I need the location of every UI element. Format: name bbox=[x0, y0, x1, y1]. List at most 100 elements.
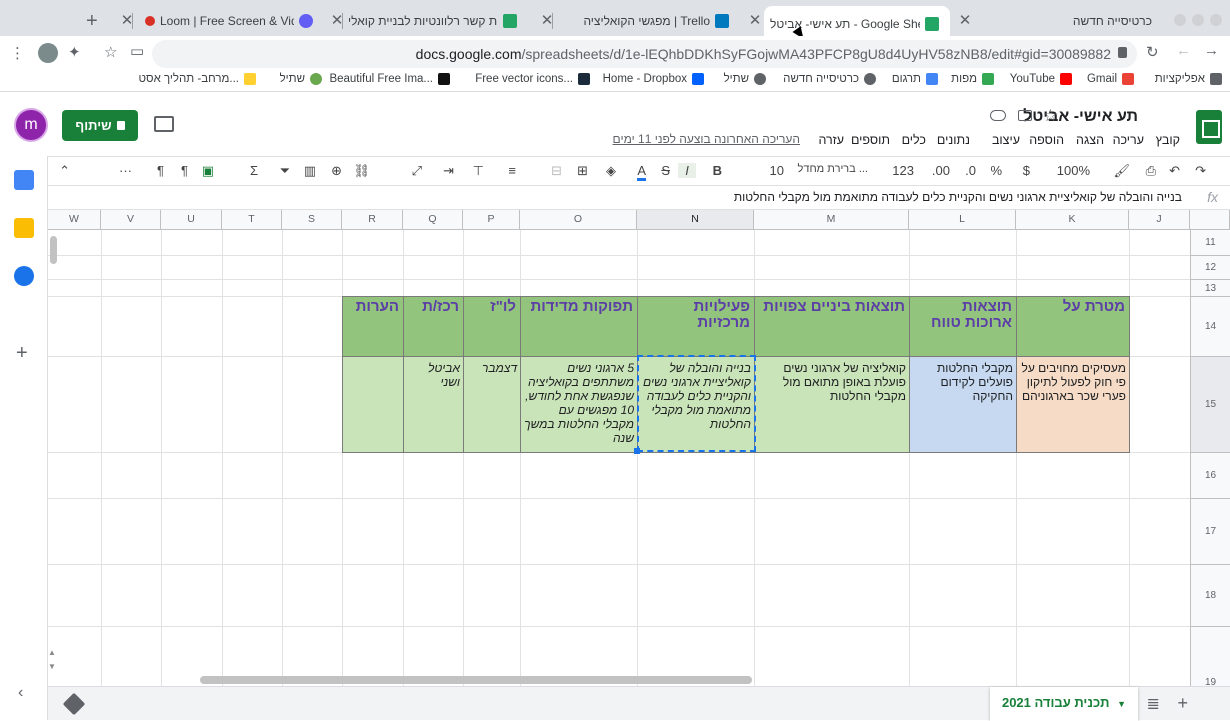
bold-button[interactable]: B bbox=[713, 163, 722, 178]
menu-data[interactable]: נתונים bbox=[937, 133, 970, 147]
print-icon[interactable]: ⎙ bbox=[1146, 163, 1156, 179]
column-header-w[interactable]: W bbox=[48, 210, 101, 230]
redo-icon[interactable]: ↷ bbox=[1195, 163, 1206, 179]
bookmark-youtube[interactable]: YouTube bbox=[1010, 73, 1072, 85]
bookmark-gmail[interactable]: Gmail bbox=[1087, 73, 1134, 85]
spreadsheet-grid[interactable]: W V U T S R Q P O N M L K J 11 12 13 14 … bbox=[48, 210, 1230, 686]
horizontal-scrollbar[interactable] bbox=[200, 676, 752, 684]
column-header-l[interactable]: L bbox=[909, 210, 1016, 230]
address-bar[interactable]: docs.google.com/spreadsheets/d/1e-lEQhbD… bbox=[152, 40, 1137, 68]
column-header-s[interactable]: S bbox=[282, 210, 342, 230]
comment-icon[interactable]: ⊕ bbox=[331, 163, 342, 179]
menu-kebab-icon[interactable]: ⋮ bbox=[10, 44, 25, 62]
corner-select-all[interactable] bbox=[1190, 210, 1230, 230]
tab-close-icon[interactable]: ✕ bbox=[746, 12, 764, 30]
share-button[interactable]: שיתוף bbox=[62, 110, 138, 141]
row-header-11[interactable]: 11 bbox=[1190, 230, 1230, 256]
row-header-15[interactable]: 15 bbox=[1190, 357, 1230, 453]
tab-close-icon[interactable]: ✕ bbox=[538, 12, 556, 30]
column-header-u[interactable]: U bbox=[161, 210, 222, 230]
font-size-select[interactable]: 10 bbox=[770, 163, 784, 178]
explore-icon[interactable] bbox=[62, 692, 86, 716]
bookmark-maps[interactable]: מפות bbox=[951, 73, 994, 85]
tasks-icon[interactable] bbox=[14, 266, 34, 286]
text-color-button[interactable]: A bbox=[637, 163, 646, 181]
bookmark-unsplash[interactable]: Beautiful Free Ima... bbox=[329, 73, 450, 85]
cell-intermediate[interactable]: קואליציה של ארגוני נשים פועלת באופן מתוא… bbox=[754, 356, 910, 453]
chart-icon[interactable]: ▥ bbox=[304, 163, 316, 179]
cell-header-intermediate[interactable]: תוצאות ביניים צפויות bbox=[754, 296, 910, 357]
column-header-k[interactable]: K bbox=[1016, 210, 1129, 230]
cell-header-goal[interactable]: מטרת על bbox=[1016, 296, 1130, 357]
menu-file[interactable]: קובץ bbox=[1156, 133, 1180, 147]
undo-icon[interactable]: ↶ bbox=[1169, 163, 1180, 179]
italic-button[interactable]: I bbox=[678, 163, 696, 178]
all-sheets-icon[interactable]: ≣ bbox=[1147, 694, 1160, 714]
account-avatar[interactable]: m bbox=[14, 108, 48, 142]
row-header-18[interactable]: 18 bbox=[1190, 565, 1230, 627]
new-tab-button[interactable]: + bbox=[86, 10, 98, 33]
cell-coordinator[interactable]: אביטל ושני bbox=[403, 356, 464, 453]
last-edit-link[interactable]: העריכה האחרונה בוצעה לפני 11 ימים bbox=[613, 132, 800, 146]
ltr-direction-icon[interactable]: ¶ bbox=[157, 163, 164, 178]
scroll-up-arrow[interactable]: ▲ bbox=[48, 648, 56, 657]
row-header-17[interactable]: 17 bbox=[1190, 499, 1230, 565]
cell-header-longterm[interactable]: תוצאות ארוכות טווח bbox=[909, 296, 1017, 357]
bookmark-newtab[interactable]: כרטיסייה חדשה bbox=[783, 73, 876, 85]
row-header-16[interactable]: 16 bbox=[1190, 453, 1230, 499]
filter-icon[interactable]: ⏷ bbox=[280, 163, 290, 179]
cell-notes[interactable] bbox=[342, 356, 404, 453]
font-select[interactable]: ברירת מחדל ... bbox=[798, 163, 868, 175]
vertical-align-icon[interactable]: ⊤ bbox=[473, 163, 484, 179]
column-header-r[interactable]: R bbox=[342, 210, 403, 230]
formula-content[interactable]: בנייה והובלה של קואליציית ארגוני נשים וה… bbox=[734, 190, 1182, 204]
reload-icon[interactable]: ↻ bbox=[1146, 43, 1159, 61]
sheets-logo-icon[interactable] bbox=[1196, 110, 1222, 144]
tab-close-icon[interactable]: ✕ bbox=[956, 12, 974, 30]
cell-header-coordinator[interactable]: רכז/ת bbox=[403, 296, 464, 357]
forward-icon[interactable]: ← bbox=[1176, 42, 1191, 59]
column-header-q[interactable]: Q bbox=[403, 210, 463, 230]
url-text[interactable]: docs.google.com/spreadsheets/d/1e-lEQhbD… bbox=[416, 46, 1111, 62]
percent-format-button[interactable]: % bbox=[990, 163, 1002, 178]
bookmark-dropbox[interactable]: Home - Dropbox bbox=[603, 73, 704, 85]
collapse-toolbar-icon[interactable]: ⌃ bbox=[59, 163, 70, 179]
rtl-direction-icon[interactable]: ¶ bbox=[181, 163, 188, 178]
bookmark-miro[interactable]: מרחב- תהליך אסט... bbox=[139, 73, 256, 85]
column-header-m[interactable]: M bbox=[754, 210, 909, 230]
browser-tab-loom[interactable]: Loom | Free Screen & Video bbox=[138, 6, 322, 36]
menu-tools[interactable]: כלים bbox=[902, 133, 926, 147]
cell-header-outputs[interactable]: תפוקות מדידות bbox=[520, 296, 638, 357]
menu-edit[interactable]: עריכה bbox=[1113, 133, 1144, 147]
profile-avatar[interactable] bbox=[38, 43, 58, 63]
decrease-decimal-button[interactable]: .0 bbox=[965, 163, 976, 178]
tab-close-icon[interactable]: ✕ bbox=[328, 12, 346, 30]
calendar-icon[interactable] bbox=[14, 170, 34, 190]
sheet-tab-active[interactable]: תכנית עבודה 2021 ▼ bbox=[990, 687, 1138, 721]
cell-goal[interactable]: מעסיקים מחויבים על פי חוק לפעול לתיקון פ… bbox=[1016, 356, 1130, 453]
zoom-select[interactable]: 100% bbox=[1057, 163, 1090, 178]
row-header-19[interactable]: 19 bbox=[1190, 627, 1230, 686]
browser-tab-trello[interactable]: מפגשי הקואליציה | Trello bbox=[560, 6, 740, 36]
menu-addons[interactable]: תוספים bbox=[851, 133, 890, 147]
browser-tab-new-tab[interactable]: כרטיסייה חדשה bbox=[976, 6, 1166, 36]
bookmark-star-icon[interactable]: ☆ bbox=[104, 43, 117, 61]
back-icon[interactable]: → bbox=[1204, 42, 1219, 59]
menu-insert[interactable]: הוספה bbox=[1029, 133, 1064, 147]
add-addon-icon[interactable]: + bbox=[16, 342, 28, 365]
cell-header-activities[interactable]: פעילויות מרכזיות bbox=[637, 296, 755, 357]
fill-color-icon[interactable]: ◈ bbox=[606, 163, 616, 179]
row-header-12[interactable]: 12 bbox=[1190, 256, 1230, 280]
borders-icon[interactable]: ⊞ bbox=[577, 163, 588, 179]
window-close-control[interactable] bbox=[1174, 14, 1186, 26]
horizontal-align-icon[interactable]: ≡ bbox=[508, 163, 516, 178]
cell-header-notes[interactable]: הערות bbox=[342, 296, 404, 357]
scroll-down-arrow[interactable]: ▼ bbox=[48, 662, 56, 671]
window-zoom-control[interactable] bbox=[1210, 14, 1222, 26]
menu-format[interactable]: עיצוב bbox=[992, 133, 1020, 147]
functions-icon[interactable]: Σ bbox=[250, 163, 258, 178]
move-folder-icon[interactable] bbox=[1018, 110, 1032, 121]
row-header-14[interactable]: 14 bbox=[1190, 297, 1230, 357]
column-header-o[interactable]: O bbox=[520, 210, 637, 230]
cell-header-schedule[interactable]: לו"ז bbox=[463, 296, 521, 357]
